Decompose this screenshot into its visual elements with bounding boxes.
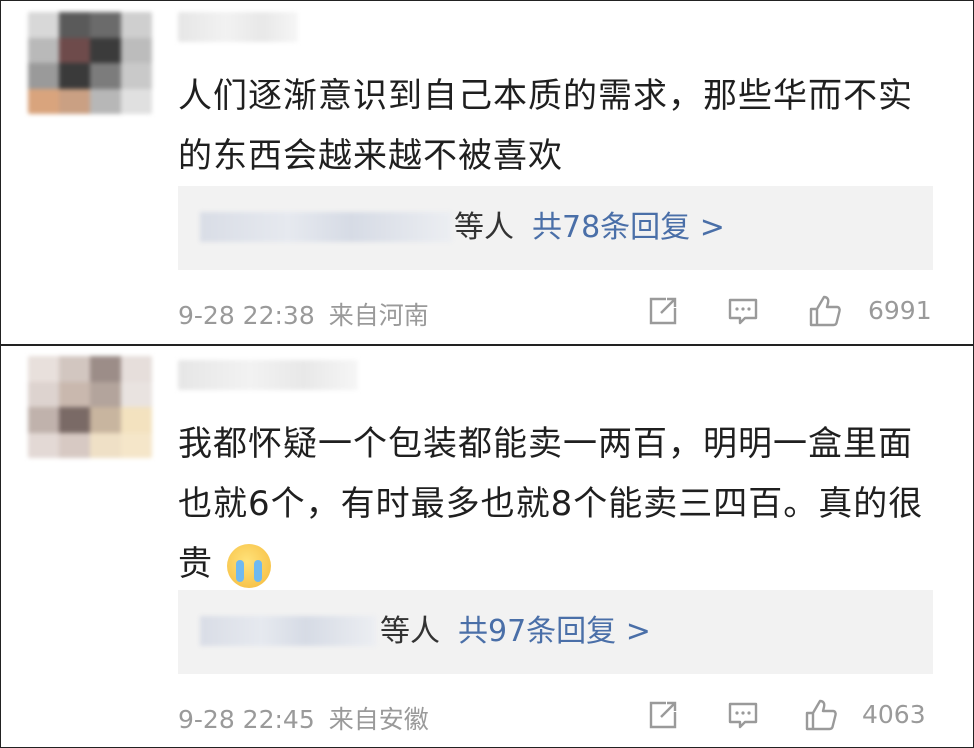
comment-footer: 9-28 22:45 来自安徽 4063 <box>178 696 938 736</box>
share-icon[interactable] <box>646 698 680 732</box>
avatar[interactable] <box>28 12 152 114</box>
like-count: 4063 <box>862 700 926 729</box>
reply-usernames <box>200 212 452 242</box>
username[interactable] <box>178 360 358 390</box>
comment-icon[interactable] <box>726 698 760 732</box>
avatar[interactable] <box>28 356 152 458</box>
comment-text: 我都怀疑一个包装都能卖一两百，明明一盒里面也就6个，有时最多也就8个能卖三四百。… <box>178 414 938 594</box>
reply-preview[interactable]: 等人 共97条回复 > <box>178 590 933 674</box>
reply-suffix: 等人 <box>380 614 440 649</box>
view-replies-link[interactable]: 共78条回复 > <box>532 210 725 245</box>
comment-text: 人们逐渐意识到自己本质的需求，那些华而不实的东西会越来越不被喜欢 <box>178 76 913 176</box>
username[interactable] <box>178 12 298 42</box>
comment-body: 我都怀疑一个包装都能卖一两百，明明一盒里面也就6个，有时最多也就8个能卖三四百。… <box>178 424 924 584</box>
comment-icon[interactable] <box>726 294 760 328</box>
reply-usernames <box>200 616 376 646</box>
location: 来自安徽 <box>328 705 429 734</box>
like-icon[interactable] <box>804 698 838 732</box>
view-replies-link[interactable]: 共97条回复 > <box>458 614 651 649</box>
like-count: 6991 <box>868 296 932 325</box>
crying-face-icon <box>226 543 271 588</box>
like-icon[interactable] <box>808 294 842 328</box>
location: 来自河南 <box>328 301 429 330</box>
comment-card: 我都怀疑一个包装都能卖一两百，明明一盒里面也就6个，有时最多也就8个能卖三四百。… <box>0 346 974 748</box>
reply-suffix: 等人 <box>454 210 514 245</box>
timestamp: 9-28 22:38 <box>178 301 315 330</box>
comment-footer: 9-28 22:38 来自河南 6991 <box>178 292 938 332</box>
reply-preview[interactable]: 等人 共78条回复 > <box>178 186 933 270</box>
comment-card: 人们逐渐意识到自己本质的需求，那些华而不实的东西会越来越不被喜欢 等人 共78条回… <box>0 0 974 344</box>
share-icon[interactable] <box>646 294 680 328</box>
timestamp: 9-28 22:45 <box>178 705 315 734</box>
